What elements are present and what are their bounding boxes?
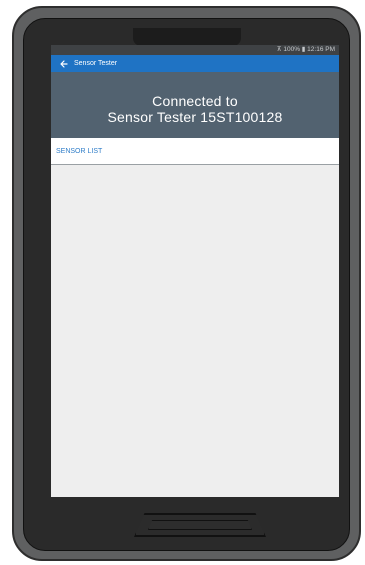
back-arrow-icon-glyph	[60, 59, 68, 68]
tab-sensor-list[interactable]: SENSOR LIST	[56, 148, 102, 155]
connection-status-text: Connected to	[152, 93, 238, 109]
sensor-list-area	[51, 165, 339, 497]
home-button-inner	[148, 520, 252, 530]
status-bar: ⊼ 100% ▮ 12:16 PM	[51, 45, 339, 55]
status-bar-text: ⊼ 100% ▮ 12:16 PM	[276, 46, 335, 53]
app-bar: Sensor Tester	[51, 55, 339, 72]
tab-bar: SENSOR LIST	[51, 138, 339, 165]
tablet-camera-notch	[133, 28, 241, 46]
device-screen: ⊼ 100% ▮ 12:16 PM Sensor Tester Connecte…	[51, 45, 339, 497]
app-title: Sensor Tester	[74, 60, 118, 67]
connected-device-name: Sensor Tester 15ST100128	[107, 109, 283, 125]
connection-header: Connected to Sensor Tester 15ST100128	[51, 72, 339, 138]
back-arrow-icon[interactable]	[56, 55, 72, 72]
